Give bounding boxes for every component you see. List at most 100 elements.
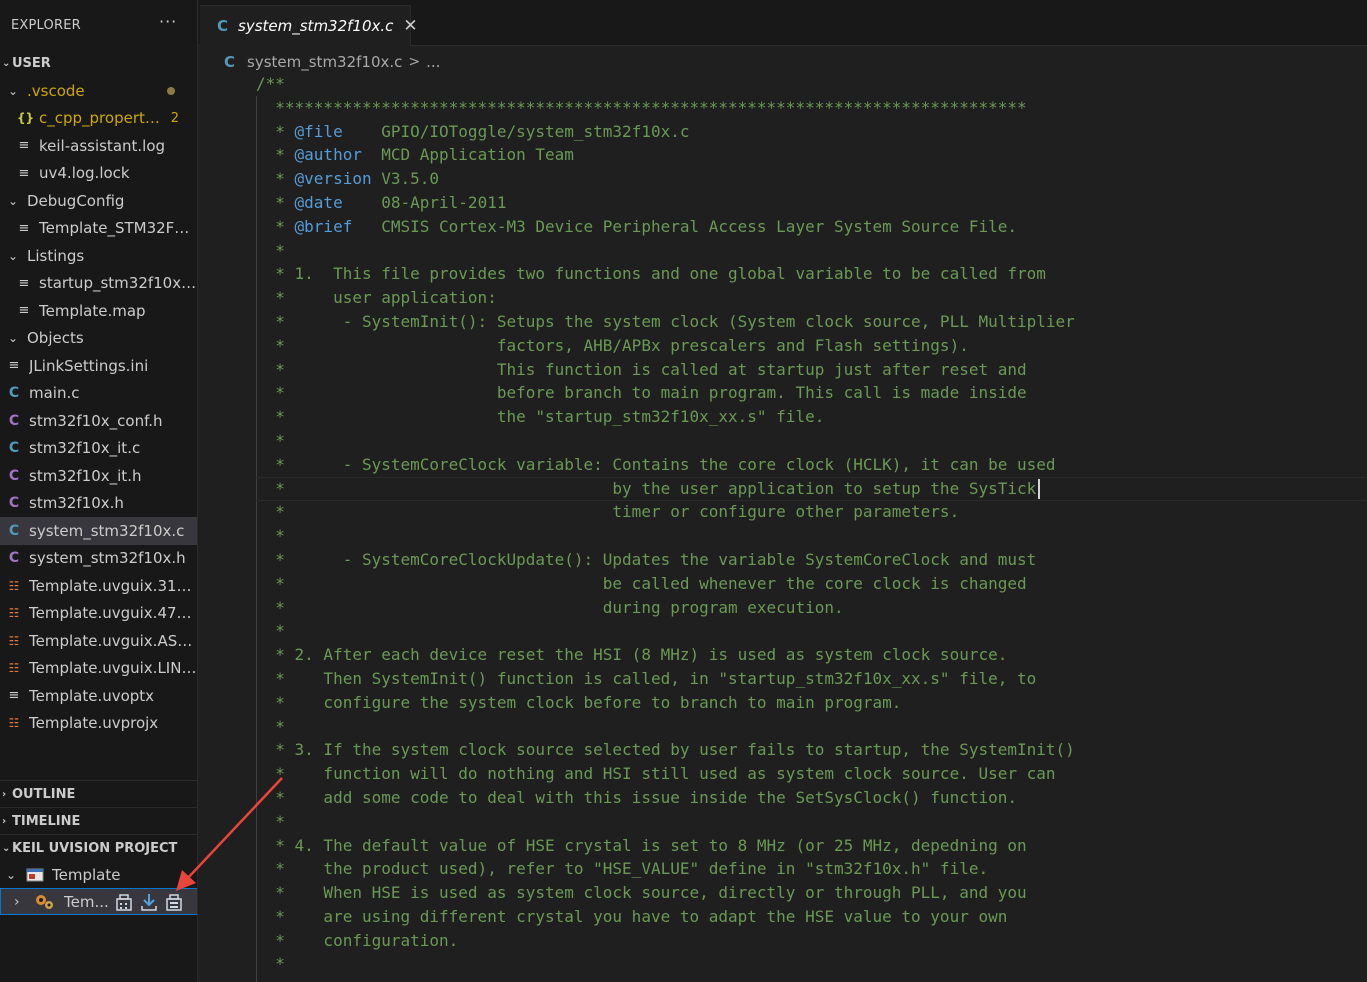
- tree-file[interactable]: ☷ Template.uvguix.31990: [0, 572, 197, 600]
- comment-text: *: [256, 621, 285, 641]
- header-file-icon: C: [8, 412, 20, 429]
- tree-folder[interactable]: ⌄ .vscode: [0, 77, 197, 105]
- tree-file[interactable]: Cstm32f10x_it.c: [0, 435, 197, 463]
- doc-tag: @author: [294, 145, 362, 165]
- tab-system-stm32f10x-c[interactable]: C system_stm32f10x.c ✕: [200, 5, 418, 46]
- tree-file[interactable]: ☷ Template.uvguix.47392: [0, 600, 197, 628]
- tree-item-label: Template_STM32F10...: [39, 219, 197, 238]
- tree-file[interactable]: ≡ JLinkSettings.ini: [0, 352, 197, 380]
- code-line: * be called whenever the core clock is c…: [256, 572, 1356, 596]
- tree-item-label: stm32f10x.h: [29, 494, 124, 513]
- tree-item-label: .vscode: [27, 81, 85, 100]
- xml-file-icon: ☷: [8, 578, 20, 593]
- code-line: * function will do nothing and HSI still…: [256, 762, 1356, 786]
- tree-file[interactable]: ≡ startup_stm32f10x_...: [0, 270, 197, 298]
- more-actions-icon[interactable]: ···: [159, 12, 177, 31]
- text-file-icon: ≡: [18, 303, 30, 319]
- chevron-down-icon: ⌄: [7, 83, 19, 98]
- tree-item-label: stm32f10x_it.h: [29, 466, 142, 485]
- tree-file[interactable]: Cmain.c: [0, 380, 197, 408]
- code-line: * Then SystemInit() function is called, …: [256, 667, 1356, 691]
- tree-file[interactable]: ≡ keil-assistant.log: [0, 132, 197, 160]
- comment-text: *: [256, 716, 285, 736]
- tree-file[interactable]: {} c_cpp_properti... 2: [0, 105, 197, 133]
- explorer-title: EXPLORER: [11, 18, 81, 33]
- comment-text: CMSIS Cortex-M3 Device Peripheral Access…: [352, 216, 1017, 236]
- code-line: * configure the system clock before to b…: [256, 691, 1356, 715]
- tree-file[interactable]: ≡ Template.map: [0, 297, 197, 325]
- tree-file[interactable]: ☷ Template.uvguix.ASUS: [0, 627, 197, 655]
- comment-prefix: *: [256, 216, 295, 236]
- tree-folder[interactable]: ⌄ Listings: [0, 242, 197, 270]
- editor-area: C system_stm32f10x.c ✕ C system_stm32f10…: [199, 0, 1367, 982]
- code-line: * @date 08-April-2011: [256, 191, 1356, 215]
- comment-prefix: *: [256, 169, 295, 189]
- code-line: /**: [256, 72, 1356, 96]
- comment-text: *: [256, 526, 285, 546]
- build-icon[interactable]: [114, 892, 134, 912]
- tree-file[interactable]: Cstm32f10x.h: [0, 490, 197, 518]
- breadcrumb-file[interactable]: system_stm32f10x.c: [247, 53, 402, 71]
- tree-file[interactable]: Csystem_stm32f10x.c: [0, 517, 197, 545]
- tree-item-label: c_cpp_properti...: [39, 109, 163, 128]
- text-file-icon: ≡: [8, 688, 20, 704]
- tree-file[interactable]: ≡ Template.uvoptx: [0, 682, 197, 710]
- section-outline-label: OUTLINE: [12, 786, 76, 802]
- tree-item-label: Objects: [27, 329, 84, 348]
- tree-file[interactable]: ☷ Template.uvguix.LING...: [0, 655, 197, 683]
- comment-text: * - SystemCoreClockUpdate(): Updates the…: [256, 549, 1037, 569]
- tree-folder[interactable]: ⌄ Objects: [0, 325, 197, 353]
- comment-text: V3.5.0: [371, 169, 440, 189]
- comment-text: * Then SystemInit() function is called, …: [256, 668, 1037, 688]
- target-label: Tem...: [64, 892, 109, 911]
- comment-text: * by the user application to setup the S…: [256, 478, 1037, 498]
- tree-item-label: system_stm32f10x.h: [29, 549, 186, 568]
- section-timeline[interactable]: › TIMELINE: [0, 807, 197, 834]
- download-icon[interactable]: [139, 892, 159, 912]
- code-line: * 3. If the system clock source selected…: [256, 738, 1356, 762]
- section-keil-project[interactable]: ⌄ KEIL UVISION PROJECT: [0, 834, 197, 861]
- code-line: *: [256, 619, 1356, 643]
- tree-folder[interactable]: ⌄ DebugConfig: [0, 187, 197, 215]
- tab-label: system_stm32f10x.c: [238, 17, 394, 35]
- comment-text: *: [256, 811, 285, 831]
- tree-file[interactable]: ≡ uv4.log.lock: [0, 160, 197, 188]
- comment-text: * before branch to main program. This ca…: [256, 383, 1027, 403]
- section-user[interactable]: ⌄ USER: [0, 50, 197, 77]
- chevron-right-icon: ›: [2, 815, 7, 827]
- rebuild-icon[interactable]: [164, 892, 184, 912]
- target-row[interactable]: › Tem...: [0, 888, 197, 915]
- breadcrumb-symbol[interactable]: ...: [426, 53, 440, 71]
- breadcrumb: C system_stm32f10x.c > ...: [224, 52, 440, 72]
- tree-file[interactable]: ☷ Template.uvprojx: [0, 710, 197, 738]
- section-outline[interactable]: › OUTLINE: [0, 780, 197, 807]
- chevron-down-icon: ⌄: [7, 248, 19, 263]
- tree-file[interactable]: Cstm32f10x_conf.h: [0, 407, 197, 435]
- chevron-down-icon: ⌄: [7, 331, 19, 346]
- tree-file[interactable]: ≡ Template_STM32F10...: [0, 215, 197, 243]
- tree-item-label: stm32f10x_conf.h: [29, 411, 163, 430]
- modified-dot-icon: [167, 86, 175, 95]
- section-user-label: USER: [12, 56, 51, 71]
- text-file-icon: ≡: [18, 165, 30, 181]
- comment-text: ****************************************…: [256, 97, 1027, 117]
- doc-tag: @date: [294, 192, 343, 212]
- comment-text: * user application:: [256, 288, 497, 308]
- comment-text: * configure the system clock before to b…: [256, 692, 902, 712]
- code-editor[interactable]: /** ************************************…: [256, 72, 1366, 976]
- project-row[interactable]: ⌄ Template: [0, 861, 197, 888]
- comment-text: * When HSE is used as system clock sourc…: [256, 883, 1027, 903]
- section-keil-label: KEIL UVISION PROJECT: [12, 840, 178, 856]
- tree-file[interactable]: Cstm32f10x_it.h: [0, 462, 197, 490]
- problem-count-badge: 2: [170, 110, 179, 126]
- comment-text: * - SystemInit(): Setups the system cloc…: [256, 311, 1075, 331]
- comment-text: *: [256, 430, 285, 450]
- text-file-icon: ≡: [18, 138, 30, 154]
- section-timeline-label: TIMELINE: [12, 813, 81, 829]
- code-line: *: [256, 715, 1356, 739]
- comment-text: * configuration.: [256, 930, 459, 950]
- code-line: * - SystemInit(): Setups the system cloc…: [256, 310, 1356, 334]
- tree-file[interactable]: Csystem_stm32f10x.h: [0, 545, 197, 573]
- tree-item-label: stm32f10x_it.c: [29, 439, 141, 458]
- close-icon[interactable]: ✕: [403, 16, 417, 36]
